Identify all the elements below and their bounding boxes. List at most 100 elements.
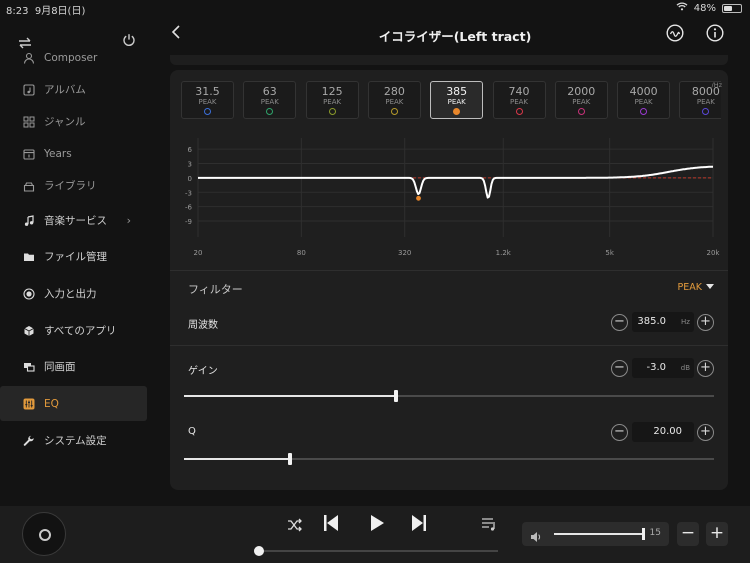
y-tick-label: 0 [188,175,192,183]
volume-up-button[interactable]: + [706,522,728,546]
sidebar-item-wrench[interactable]: システム設定 [0,423,147,458]
gain-slider-thumb[interactable] [394,390,398,402]
person-icon [22,51,36,65]
gain-plus-button[interactable]: + [697,359,714,377]
x-tick-label: 20 [194,249,203,257]
frequency-label: 周波数 [188,320,218,331]
q-slider[interactable] [184,453,714,465]
gain-label: ゲイン [188,366,218,377]
volume-thumb[interactable] [642,528,646,540]
sidebar-item-genre-grid[interactable]: ジャンル [0,104,147,139]
next-track-icon[interactable] [411,514,427,536]
q-plus-button[interactable]: + [697,423,714,441]
status-time-date: 8:23 9月8日(日) [6,6,86,17]
sidebar-item-album[interactable]: アルバム [0,72,147,107]
band-frequency: 63 [262,85,277,98]
gain-slider[interactable] [184,390,714,402]
apps-cube-icon [22,324,36,338]
divider [170,345,728,346]
band-frequency: 31.5 [195,85,220,98]
band-color-dot [702,108,710,115]
frequency-plus-button[interactable]: + [697,313,714,331]
band-color-dot [453,108,461,115]
volume-down-button[interactable]: − [677,522,699,546]
sidebar-item-label: すべてのアプリ [44,325,117,337]
eq-panel: 31.5 PEAK 63 PEAK 125 PEAK 280 PEAK 385 PEAK 740 PE… [170,70,728,490]
x-tick-label: 320 [398,249,411,257]
band-button-1[interactable]: 63 PEAK [243,81,297,119]
frequency-stepper: − 385.0 Hz + [611,312,714,332]
eq-response-graph[interactable]: 6 3 0 -3 -6 -9 20 80 320 1.2k 5k 20k [170,130,728,260]
filter-label: フィルター [188,283,243,296]
sidebar-item-screen-mirror[interactable]: 同画面 [0,349,147,384]
gain-field[interactable]: -3.0 dB [632,358,694,378]
curve-toggle-icon[interactable] [666,24,684,46]
sidebar-item-io[interactable]: 入力と出力 [0,276,147,311]
x-tick-label: 5k [605,249,614,257]
q-field[interactable]: 20.00 [632,422,694,442]
band-type: PEAK [385,98,404,106]
wrench-icon [22,434,36,448]
band-type: PEAK [634,98,653,106]
sidebar-item-person[interactable]: Composer [0,40,147,75]
band-color-dot [640,108,648,115]
band-type: PEAK [572,98,591,106]
speaker-icon [530,528,542,547]
sidebar-item-calendar[interactable]: Years [0,136,147,171]
filter-type-select[interactable]: PEAK [678,282,714,293]
divider [170,270,728,271]
sidebar-item-music-note[interactable]: 音楽サービス › [0,203,147,238]
frequency-field[interactable]: 385.0 Hz [632,312,694,332]
band-frequency: 385 [446,85,468,98]
sidebar-item-library[interactable]: ライブラリ [0,168,147,203]
sidebar-item-eq[interactable]: EQ [0,386,147,421]
chevron-right-icon: › [126,214,131,227]
gain-minus-button[interactable]: − [611,359,628,377]
sidebar-item-folder[interactable]: ファイル管理 [0,239,147,274]
x-tick-label: 20k [707,249,721,257]
band-button-0[interactable]: 31.5 PEAK [181,81,234,119]
sidebar-item-label: EQ [44,397,59,410]
y-tick-label: -3 [185,189,192,197]
volume-value: 15 [649,528,661,538]
q-value: 20.00 [653,426,682,437]
band-marker-385[interactable] [416,195,421,201]
band-unit: /Hz [711,81,723,89]
progress-thumb[interactable] [254,546,264,556]
band-selector: 31.5 PEAK 63 PEAK 125 PEAK 280 PEAK 385 PEAK 740 PE… [181,81,721,121]
sidebar: Composer アルバム ジャンル Years ライブラリ音楽サービス › ファイル管理入… [0,16,148,506]
frequency-minus-button[interactable]: − [611,313,628,331]
band-type: PEAK [323,98,342,106]
queue-list-icon[interactable] [481,516,497,535]
shuffle-icon[interactable] [287,517,303,536]
album-art-disc[interactable] [22,512,66,556]
eq-icon [22,397,36,411]
sidebar-item-label: Years [44,147,72,160]
album-icon [22,83,36,97]
band-button-5[interactable]: 740 PEAK [492,81,546,119]
band-type: PEAK [198,98,217,106]
band-frequency: 125 [321,85,343,98]
band-button-6[interactable]: 2000 PEAK [554,81,608,119]
playback-progress[interactable] [254,546,498,556]
q-slider-thumb[interactable] [288,453,292,465]
previous-track-icon[interactable] [323,514,339,536]
play-icon[interactable] [369,514,385,536]
band-button-2[interactable]: 125 PEAK [305,81,359,119]
y-tick-label: 3 [188,161,192,169]
header-strip [170,55,728,65]
q-slider-fill [184,458,290,460]
sidebar-item-label: 音楽サービス [44,215,107,227]
band-color-dot [266,108,274,115]
info-icon[interactable] [706,24,724,46]
sidebar-item-apps-cube[interactable]: すべてのアプリ [0,313,147,348]
frequency-unit: Hz [681,318,690,326]
band-button-4[interactable]: 385 PEAK [430,81,484,119]
sidebar-item-label: Composer [44,51,98,64]
band-button-3[interactable]: 280 PEAK [367,81,421,119]
band-button-7[interactable]: 4000 PEAK [617,81,671,119]
page-title: イコライザー(Left tract) [378,29,532,44]
volume-control[interactable]: 15 [522,522,669,546]
battery-icon [722,3,742,13]
q-minus-button[interactable]: − [611,423,628,441]
